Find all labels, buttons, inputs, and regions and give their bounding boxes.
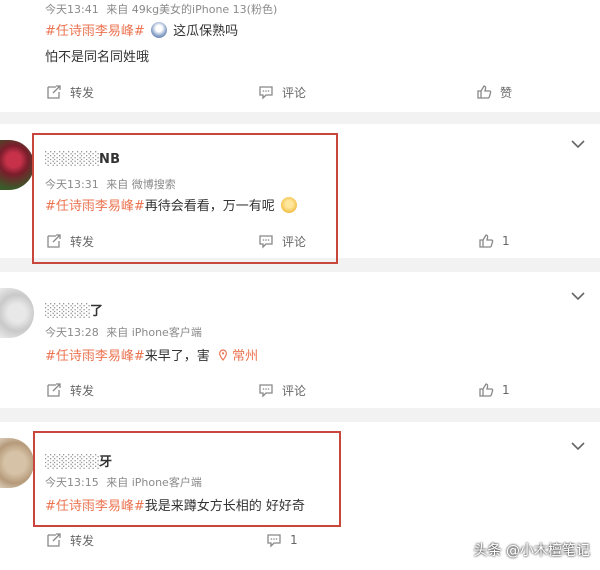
- comment-source: 来自 iPhone客户端: [106, 326, 202, 339]
- repost-icon: [47, 533, 61, 547]
- action-bar: 转发 评论 1: [0, 380, 600, 400]
- hashtag-link[interactable]: #任诗雨李易峰#: [45, 349, 145, 364]
- watermark: 头条 @小木檀笔记: [473, 543, 590, 559]
- avatar[interactable]: [0, 438, 34, 488]
- thumbs-up-icon: [479, 234, 494, 248]
- repost-label: 转发: [70, 533, 95, 548]
- comment-icon: [259, 384, 273, 398]
- like-count: 1: [502, 383, 510, 397]
- action-bar: 转发 评论 赞: [0, 82, 600, 102]
- comment-meta: 今天13:41 来自 49kg美女的iPhone 13(粉色): [45, 1, 277, 17]
- location-link[interactable]: 常州: [218, 349, 258, 364]
- comment-body: 再待会看看，万一有呢: [144, 199, 275, 214]
- emoji-icon: [150, 22, 167, 38]
- comment-card-2: ░░░░░░NB 今天13:31 来自 微博搜索 #任诗雨李易峰#再待会看看，万…: [0, 124, 600, 258]
- comment-card-3: ░░░░░了 今天13:28 来自 iPhone客户端 #任诗雨李易峰#来早了，…: [0, 272, 600, 408]
- like-count: 1: [502, 234, 510, 248]
- avatar[interactable]: [0, 140, 34, 190]
- repost-button[interactable]: 转发: [46, 231, 94, 251]
- comment-text: #任诗雨李易峰#来早了，害 常州: [45, 345, 258, 364]
- comment-text: #任诗雨李易峰#再待会看看，万一有呢: [45, 195, 299, 214]
- repost-button[interactable]: 转发: [46, 530, 94, 550]
- comment-button[interactable]: 评论: [258, 380, 306, 400]
- chevron-down-icon[interactable]: [570, 440, 586, 452]
- avatar[interactable]: [0, 288, 34, 338]
- comment-card-1: 今天13:41 来自 49kg美女的iPhone 13(粉色) #任诗雨李易峰#…: [0, 0, 600, 112]
- repost-label: 转发: [70, 383, 95, 398]
- comment-icon: [259, 86, 273, 100]
- comment-source: 来自 微博搜索: [106, 178, 176, 191]
- emoji-icon: [280, 197, 297, 213]
- comment-label: 评论: [282, 383, 307, 398]
- hashtag-link[interactable]: #任诗雨李易峰#: [45, 499, 145, 514]
- comment-time: 今天13:41: [45, 3, 99, 16]
- comment-button[interactable]: 评论: [258, 231, 306, 251]
- comment-second-line: 怕不是同名同姓哦: [45, 50, 150, 65]
- thumbs-up-icon: [477, 85, 492, 99]
- comment-meta: 今天13:31 来自 微博搜索: [45, 176, 176, 192]
- comment-icon: [267, 534, 281, 548]
- location-pin-icon: [219, 349, 227, 361]
- comment-body: 我是来蹲女方长相的 好好奇: [144, 499, 305, 514]
- comment-body: 这瓜保熟吗: [173, 24, 239, 39]
- repost-button[interactable]: 转发: [46, 380, 94, 400]
- comment-text: #任诗雨李易峰#我是来蹲女方长相的 好好奇: [45, 495, 305, 514]
- hashtag-link[interactable]: #任诗雨李易峰#: [45, 24, 145, 39]
- comment-button[interactable]: 1: [266, 530, 298, 550]
- comment-time: 今天13:31: [45, 178, 99, 191]
- repost-label: 转发: [70, 85, 95, 100]
- comment-time: 今天13:28: [45, 326, 99, 339]
- chevron-down-icon[interactable]: [570, 138, 586, 150]
- comment-text: #任诗雨李易峰# 这瓜保熟吗: [45, 20, 238, 39]
- comment-label: 评论: [282, 234, 307, 249]
- action-bar: 转发 评论 1: [0, 231, 600, 251]
- comment-body: 来早了，害: [144, 349, 210, 364]
- chevron-down-icon[interactable]: [570, 290, 586, 302]
- comment-button[interactable]: 评论: [258, 82, 306, 102]
- repost-label: 转发: [70, 234, 95, 249]
- repost-button[interactable]: 转发: [46, 82, 94, 102]
- repost-icon: [47, 85, 61, 99]
- comment-label: 评论: [282, 85, 307, 100]
- username[interactable]: ░░░░░了: [45, 300, 103, 319]
- comment-source: 来自 49kg美女的iPhone 13(粉色): [106, 3, 278, 16]
- thumbs-up-icon: [479, 383, 494, 397]
- repost-icon: [47, 383, 61, 397]
- comment-meta: 今天13:15 来自 iPhone客户端: [45, 474, 202, 490]
- comment-time: 今天13:15: [45, 476, 99, 489]
- username[interactable]: ░░░░░░牙: [45, 451, 112, 470]
- username[interactable]: ░░░░░░NB: [45, 152, 120, 167]
- comment-count: 1: [290, 533, 298, 547]
- hashtag-link[interactable]: #任诗雨李易峰#: [45, 199, 145, 214]
- like-button[interactable]: 赞: [476, 82, 512, 102]
- comment-source: 来自 iPhone客户端: [106, 476, 202, 489]
- repost-icon: [47, 234, 61, 248]
- comment-icon: [259, 235, 273, 249]
- like-count: 赞: [500, 85, 513, 100]
- like-button[interactable]: 1: [478, 231, 510, 251]
- like-button[interactable]: 1: [478, 380, 510, 400]
- comment-meta: 今天13:28 来自 iPhone客户端: [45, 324, 202, 340]
